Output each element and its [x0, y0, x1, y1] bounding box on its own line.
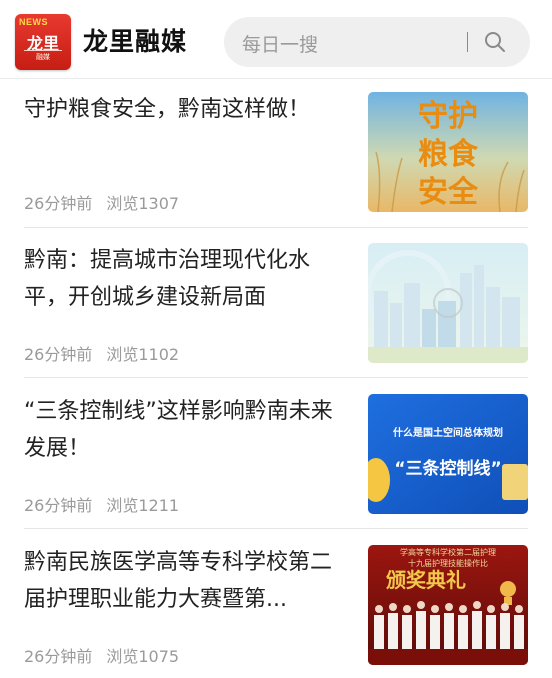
app-header: NEWS 龙里 融媒 龙里融媒 每日一搜 [0, 0, 552, 79]
list-divider [24, 227, 528, 228]
search-separator [467, 32, 468, 52]
thumb-banner-text-2: 十九届护理技能操作比 [408, 558, 488, 568]
article-time: 26分钟前 [24, 496, 93, 515]
article-title[interactable]: 黔南民族医学高等专科学校第二届护理职业能力大赛暨第... [24, 544, 350, 618]
planning-graphic-image: 什么是国土空间总体规划 “三条控制线” [368, 394, 528, 514]
article-thumbnail[interactable]: 守护 粮食 安全 [368, 92, 528, 212]
article-meta: 26分钟前 浏览1307 [24, 190, 193, 214]
article-time: 26分钟前 [24, 345, 93, 364]
search-placeholder[interactable]: 每日一搜 [242, 30, 318, 57]
article-item[interactable]: 黔南：提高城市治理现代化水平，开创城乡建设新局面 26分钟前 浏览1102 [24, 242, 528, 364]
article-time: 26分钟前 [24, 194, 93, 213]
article-thumbnail[interactable] [368, 243, 528, 363]
article-title[interactable]: 守护粮食安全，黔南这样做！ [24, 91, 350, 128]
thumb-headline: “三条控制线” [394, 458, 501, 479]
article-thumbnail[interactable]: 学高等专科学校第二届护理 十九届护理技能操作比 颁奖典礼 [368, 545, 528, 665]
list-divider [24, 377, 528, 378]
article-views: 浏览1307 [106, 194, 180, 213]
grain-field-image: 守护 粮食 安全 [368, 92, 528, 212]
thumb-text-1: 守护 [418, 99, 478, 134]
thumb-subtitle: 什么是国土空间总体规划 [393, 426, 503, 439]
article-title[interactable]: 黔南：提高城市治理现代化水平，开创城乡建设新局面 [24, 242, 350, 316]
article-views: 浏览1211 [106, 496, 180, 515]
article-item[interactable]: 黔南民族医学高等专科学校第二届护理职业能力大赛暨第... 26分钟前 浏览1075… [24, 544, 528, 666]
thumb-text-2: 粮食 [418, 137, 479, 172]
award-ceremony-image: 学高等专科学校第二届护理 十九届护理技能操作比 颁奖典礼 [368, 545, 528, 665]
city-skyline-image [368, 243, 528, 363]
logo-subtext: 融媒 [36, 53, 50, 61]
article-thumbnail[interactable]: 什么是国土空间总体规划 “三条控制线” [368, 394, 528, 514]
article-meta: 26分钟前 浏览1211 [24, 492, 193, 516]
article-meta: 26分钟前 浏览1075 [24, 643, 193, 667]
thumb-banner-text: 学高等专科学校第二届护理 [400, 547, 496, 557]
logo-divider [24, 50, 62, 51]
article-item[interactable]: “三条控制线”这样影响黔南未来发展！ 26分钟前 浏览1211 什么是国土空间总体… [24, 393, 528, 515]
logo-badge: NEWS [19, 17, 48, 27]
search-icon[interactable] [483, 30, 507, 54]
app-logo[interactable]: NEWS 龙里 融媒 [15, 14, 71, 70]
article-meta: 26分钟前 浏览1102 [24, 341, 193, 365]
app-title: 龙里融媒 [83, 27, 188, 56]
article-title[interactable]: “三条控制线”这样影响黔南未来发展！ [24, 393, 350, 467]
search-bar[interactable]: 每日一搜 [224, 17, 530, 67]
article-time: 26分钟前 [24, 647, 93, 666]
article-item[interactable]: 守护粮食安全，黔南这样做！ 26分钟前 浏览1307 守护 粮食 安全 [24, 91, 528, 213]
thumb-text-3: 安全 [418, 175, 479, 210]
article-views: 浏览1102 [106, 345, 180, 364]
list-divider [24, 528, 528, 529]
thumb-award-text: 颁奖典礼 [386, 568, 466, 592]
article-views: 浏览1075 [106, 647, 180, 666]
